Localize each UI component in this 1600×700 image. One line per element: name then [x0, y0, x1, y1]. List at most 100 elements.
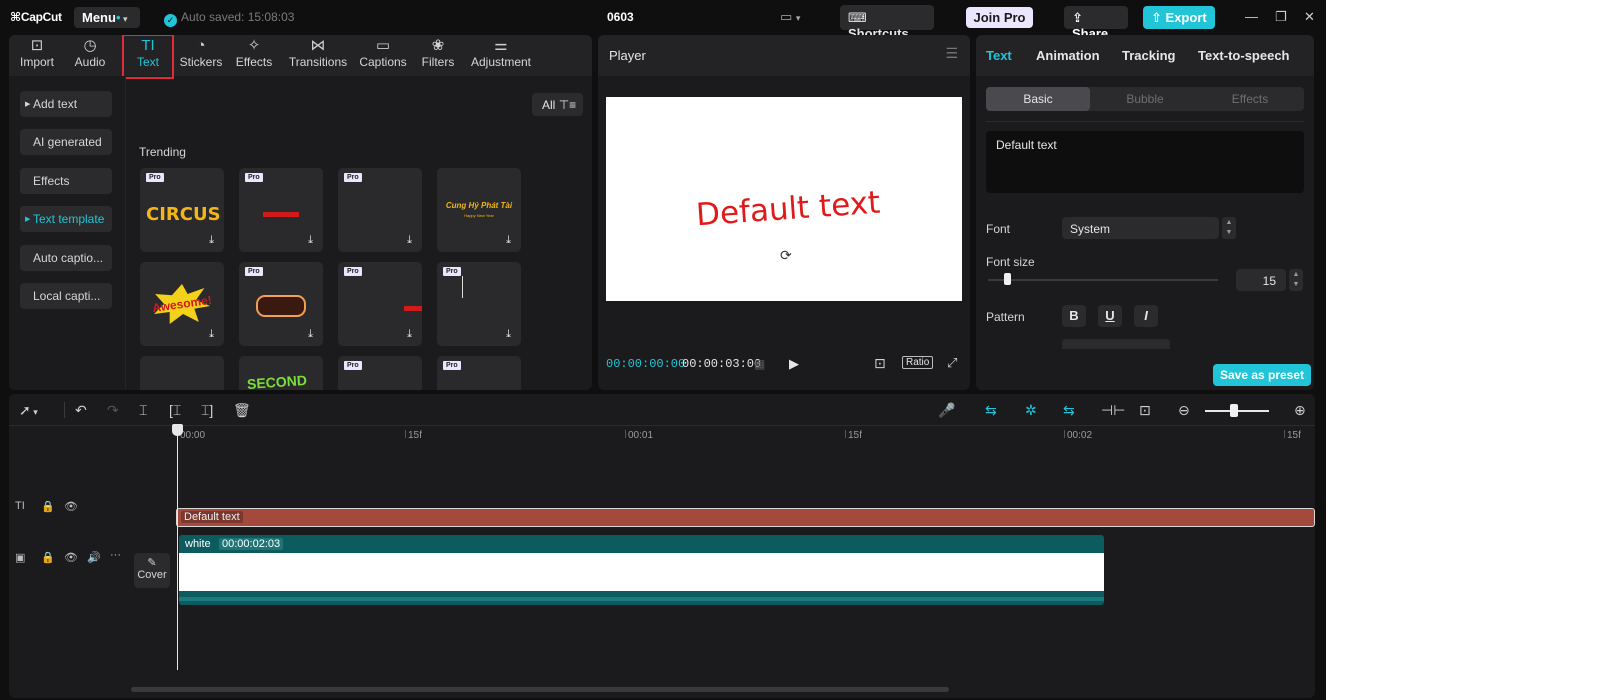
- microphone-icon[interactable]: 🎤: [938, 402, 955, 419]
- timeline-scrollbar[interactable]: [131, 687, 949, 692]
- template-tile[interactable]: Pro ⤓: [239, 262, 323, 346]
- download-icon[interactable]: ⤓: [205, 234, 218, 247]
- playhead[interactable]: [177, 430, 178, 670]
- download-icon[interactable]: ⤓: [304, 234, 317, 247]
- template-tile[interactable]: Pro ⤓: [338, 168, 422, 252]
- italic-button[interactable]: I: [1134, 305, 1158, 327]
- template-tile[interactable]: [140, 356, 224, 390]
- sidebar-item-add-text[interactable]: ▶ Add text: [20, 91, 112, 117]
- preview-canvas[interactable]: Default text ⟳: [606, 97, 962, 301]
- split-left-icon[interactable]: [⌶: [169, 402, 181, 419]
- template-tile-second[interactable]: SECOND: [239, 356, 323, 390]
- more-icon[interactable]: ···: [110, 549, 121, 561]
- font-select[interactable]: System: [1062, 217, 1219, 239]
- split-icon[interactable]: ⌶: [139, 402, 147, 419]
- font-size-slider-handle[interactable]: [1004, 273, 1011, 285]
- template-tile[interactable]: Pro: [437, 356, 521, 390]
- sidebar-item-local-captions[interactable]: Local capti...: [20, 283, 112, 309]
- template-tile-cung-hy[interactable]: Cung Hỷ Phát Tài Happy New Year ⤓: [437, 168, 521, 252]
- download-icon[interactable]: ⤓: [403, 234, 416, 247]
- zoom-slider-handle[interactable]: [1230, 404, 1238, 417]
- tab-animation[interactable]: Animation: [1036, 48, 1100, 63]
- playhead-handle[interactable]: [172, 424, 183, 436]
- tab-effects[interactable]: ✧ Effects: [231, 37, 277, 76]
- lock-icon[interactable]: 🔒: [41, 551, 55, 564]
- segment-basic[interactable]: Basic: [986, 87, 1090, 111]
- shortcuts-button[interactable]: ⌨ Shortcuts: [840, 5, 934, 41]
- font-size-input[interactable]: 15: [1236, 269, 1286, 291]
- text-content-input[interactable]: Default text: [986, 131, 1304, 193]
- select-cursor-icon[interactable]: ➚ ▾: [19, 402, 38, 419]
- sidebar-item-text-template[interactable]: ▶ Text template: [20, 206, 112, 232]
- eye-icon[interactable]: 👁: [64, 500, 78, 513]
- menu-button[interactable]: Menu• ▾: [74, 7, 140, 28]
- download-icon[interactable]: ⤓: [205, 328, 218, 341]
- close-icon[interactable]: ✕: [1304, 9, 1315, 25]
- download-icon[interactable]: ⤓: [502, 234, 515, 247]
- preview-icon[interactable]: ⊡: [1139, 402, 1151, 419]
- template-tile[interactable]: Pro ⤓: [338, 262, 422, 346]
- canvas-text[interactable]: Default text: [695, 185, 881, 234]
- fullscreen-icon[interactable]: ⤢: [947, 355, 957, 371]
- zoom-fit-icon[interactable]: ⊡: [874, 355, 886, 372]
- tab-filters[interactable]: ❀ Filters: [418, 37, 458, 76]
- font-size-slider[interactable]: [988, 279, 1218, 281]
- project-name[interactable]: 0603: [607, 10, 634, 24]
- lock-icon[interactable]: 🔒: [41, 500, 55, 513]
- restore-icon[interactable]: ❐: [1275, 9, 1287, 25]
- redo-icon[interactable]: ↷: [107, 402, 119, 419]
- tab-adjustment[interactable]: ⚌ Adjustment: [466, 37, 536, 76]
- template-tile[interactable]: Pro: [338, 356, 422, 390]
- rotate-icon[interactable]: ⟳: [780, 247, 792, 264]
- tab-captions[interactable]: ▭ Captions: [355, 37, 411, 76]
- segment-effects[interactable]: Effects: [1198, 87, 1302, 111]
- magnet-icon[interactable]: ✲: [1025, 402, 1037, 419]
- cover-button[interactable]: ✎ Cover: [134, 553, 170, 588]
- ratio-button[interactable]: Ratio: [902, 356, 934, 369]
- tab-import[interactable]: ⊡ Import: [14, 37, 60, 76]
- sidebar-item-ai-generated[interactable]: AI generated: [20, 129, 112, 155]
- tab-transitions[interactable]: ⋈ Transitions: [286, 37, 350, 76]
- template-tile[interactable]: Pro ⤓: [239, 168, 323, 252]
- segment-bubble[interactable]: Bubble: [1093, 87, 1197, 111]
- bold-button[interactable]: B: [1062, 305, 1086, 327]
- tab-tracking[interactable]: Tracking: [1122, 48, 1175, 63]
- tab-text-props[interactable]: Text: [986, 48, 1012, 63]
- layout-icon[interactable]: ▭ ▾: [780, 9, 800, 25]
- save-as-preset-button[interactable]: Save as preset: [1213, 364, 1311, 386]
- font-select-stepper[interactable]: ▲ ▼: [1222, 217, 1236, 239]
- template-tile-awesome[interactable]: Awesome! ⤓: [140, 262, 224, 346]
- volume-icon[interactable]: 🔊: [87, 551, 101, 564]
- underline-button[interactable]: U: [1098, 305, 1122, 327]
- tab-audio[interactable]: ◷ Audio: [69, 37, 111, 76]
- download-icon[interactable]: ⤓: [403, 328, 416, 341]
- minimize-icon[interactable]: —: [1245, 9, 1258, 24]
- align-icon[interactable]: ⊣⊢: [1101, 402, 1125, 419]
- zoom-in-icon[interactable]: ⊕: [1294, 402, 1306, 419]
- preview-axis-icon[interactable]: ⇆: [1063, 402, 1075, 419]
- link-clips-icon[interactable]: ⇆: [985, 402, 997, 419]
- video-clip[interactable]: white 00:00:02:03: [179, 535, 1104, 605]
- grid-icon[interactable]: ▦: [754, 357, 765, 371]
- download-icon[interactable]: ⤓: [304, 328, 317, 341]
- eye-icon[interactable]: 👁: [64, 551, 78, 564]
- template-tile-circus[interactable]: Pro CIRCUS ⤓: [140, 168, 224, 252]
- sidebar-item-effects[interactable]: Effects: [20, 168, 112, 194]
- tab-text-to-speech[interactable]: Text-to-speech: [1198, 48, 1290, 63]
- split-right-icon[interactable]: ⌶]: [201, 402, 213, 419]
- play-icon[interactable]: ▶: [789, 356, 799, 372]
- join-pro-button[interactable]: Join Pro: [966, 7, 1033, 28]
- font-size-stepper[interactable]: ▲ ▼: [1289, 269, 1303, 291]
- text-clip[interactable]: Default text: [176, 508, 1315, 527]
- download-icon[interactable]: ⤓: [502, 328, 515, 341]
- template-tile[interactable]: Pro ⤓: [437, 262, 521, 346]
- sidebar-item-auto-captions[interactable]: Auto captio...: [20, 245, 112, 271]
- delete-icon[interactable]: 🗑: [233, 402, 251, 419]
- filter-dropdown[interactable]: All ⊤≡: [532, 93, 583, 116]
- menu-lines-icon[interactable]: ☰: [945, 45, 958, 62]
- partial-control[interactable]: [1062, 339, 1170, 349]
- undo-icon[interactable]: ↶: [75, 402, 87, 419]
- share-button[interactable]: ⇪ Share: [1064, 6, 1128, 41]
- zoom-out-icon[interactable]: ⊖: [1178, 402, 1190, 419]
- tab-stickers[interactable]: ◔ Stickers: [176, 37, 226, 76]
